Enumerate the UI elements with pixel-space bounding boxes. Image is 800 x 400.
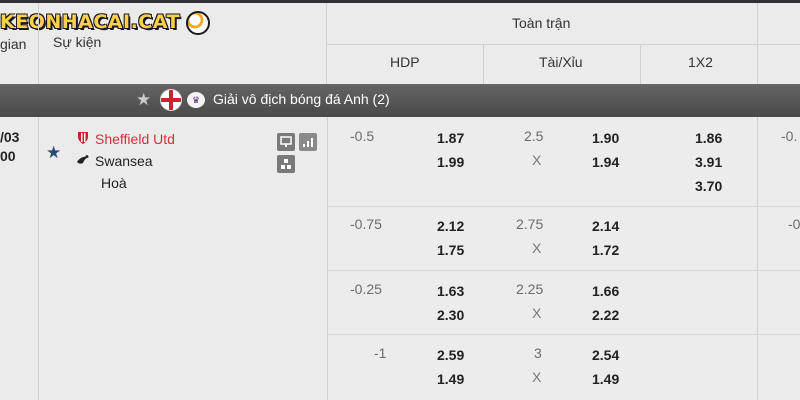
hdp-home-odds[interactable]: 2.12 [437, 218, 464, 234]
ou-x-label: X [532, 369, 542, 385]
ou-under-odds[interactable]: 2.22 [592, 307, 619, 323]
soccer-ball-icon [186, 11, 210, 35]
1x2-header: 1X2 [688, 54, 713, 70]
col-time-header: gian [0, 36, 27, 52]
hdp-away-odds[interactable]: 1.75 [437, 242, 464, 258]
ou-over-odds[interactable]: 1.66 [592, 283, 619, 299]
hdp-line: -0.25 [350, 281, 382, 297]
col-event-header: Sự kiện [53, 34, 102, 50]
hdp-away-odds[interactable]: 1.49 [437, 371, 464, 387]
hdp-away-odds[interactable]: 2.30 [437, 307, 464, 323]
swansea-crest-icon [77, 155, 89, 164]
ou-over-odds[interactable]: 1.90 [592, 130, 619, 146]
hdp-line: -0.75 [350, 216, 382, 232]
premier-league-logo-icon: ♛ [187, 92, 205, 108]
next-hdp-line: -0 [788, 216, 800, 232]
league-name: Giải vô địch bóng đá Anh (2) [213, 91, 390, 107]
hdp-line: -0.5 [350, 128, 375, 144]
ou-under-odds[interactable]: 1.49 [592, 371, 619, 387]
ou-x-label: X [532, 152, 542, 168]
odds-row: -1 2.59 1.49 3 X 2.54 1.49 [327, 335, 800, 400]
x12-draw-odds[interactable]: 3.70 [695, 178, 722, 194]
odds-row: -0.25 1.63 2.30 2.25 X 1.66 2.22 [327, 271, 800, 335]
hdp-away-odds[interactable]: 1.99 [437, 154, 464, 170]
stats-icon[interactable] [299, 133, 317, 151]
live-tv-icon[interactable] [277, 133, 295, 151]
x12-home-odds[interactable]: 1.86 [695, 130, 722, 146]
ou-x-label: X [532, 305, 542, 321]
home-team[interactable]: Sheffield Utd [95, 131, 175, 147]
match-time-hour: 00 [0, 148, 16, 164]
ou-x-label: X [532, 240, 542, 256]
ou-over-odds[interactable]: 2.14 [592, 218, 619, 234]
ou-under-odds[interactable]: 1.72 [592, 242, 619, 258]
table-header: KEONHACAI.CAT gian Sự kiện Toàn trận HDP… [0, 3, 800, 85]
star-icon[interactable]: ★ [136, 90, 151, 110]
x12-away-odds[interactable]: 3.91 [695, 154, 722, 170]
draw-label: Hoà [101, 175, 127, 191]
full-match-header: Toàn trận [512, 15, 571, 31]
ou-line: 2.5 [524, 128, 544, 144]
away-team[interactable]: Swansea [95, 153, 153, 169]
ou-line: 3 [534, 345, 542, 361]
england-flag-icon [161, 90, 181, 110]
hdp-home-odds[interactable]: 1.87 [437, 130, 464, 146]
hdp-home-odds[interactable]: 1.63 [437, 283, 464, 299]
hdp-line: -1 [374, 345, 387, 361]
next-hdp-line: -0. [781, 128, 798, 144]
hdp-header: HDP [390, 54, 420, 70]
ou-line: 2.75 [516, 216, 544, 232]
ou-over-odds[interactable]: 2.54 [592, 347, 619, 363]
match-time-date: /03 [0, 129, 20, 145]
ou-under-odds[interactable]: 1.94 [592, 154, 619, 170]
odds-row: -0.75 2.12 1.75 2.75 X 2.14 1.72 -0 [327, 207, 800, 271]
lineup-icon[interactable] [277, 155, 295, 173]
over-under-header: Tài/Xỉu [539, 54, 583, 70]
odds-row: -0.5 1.87 1.99 2.5 X 1.90 1.94 1.86 3.91… [327, 117, 800, 207]
ou-line: 2.25 [516, 281, 544, 297]
favorite-star-icon[interactable]: ★ [46, 143, 61, 163]
sheffield-crest-icon [78, 132, 88, 144]
hdp-home-odds[interactable]: 2.59 [437, 347, 464, 363]
league-row[interactable]: ★ ♛ Giải vô địch bóng đá Anh (2) [0, 84, 800, 117]
